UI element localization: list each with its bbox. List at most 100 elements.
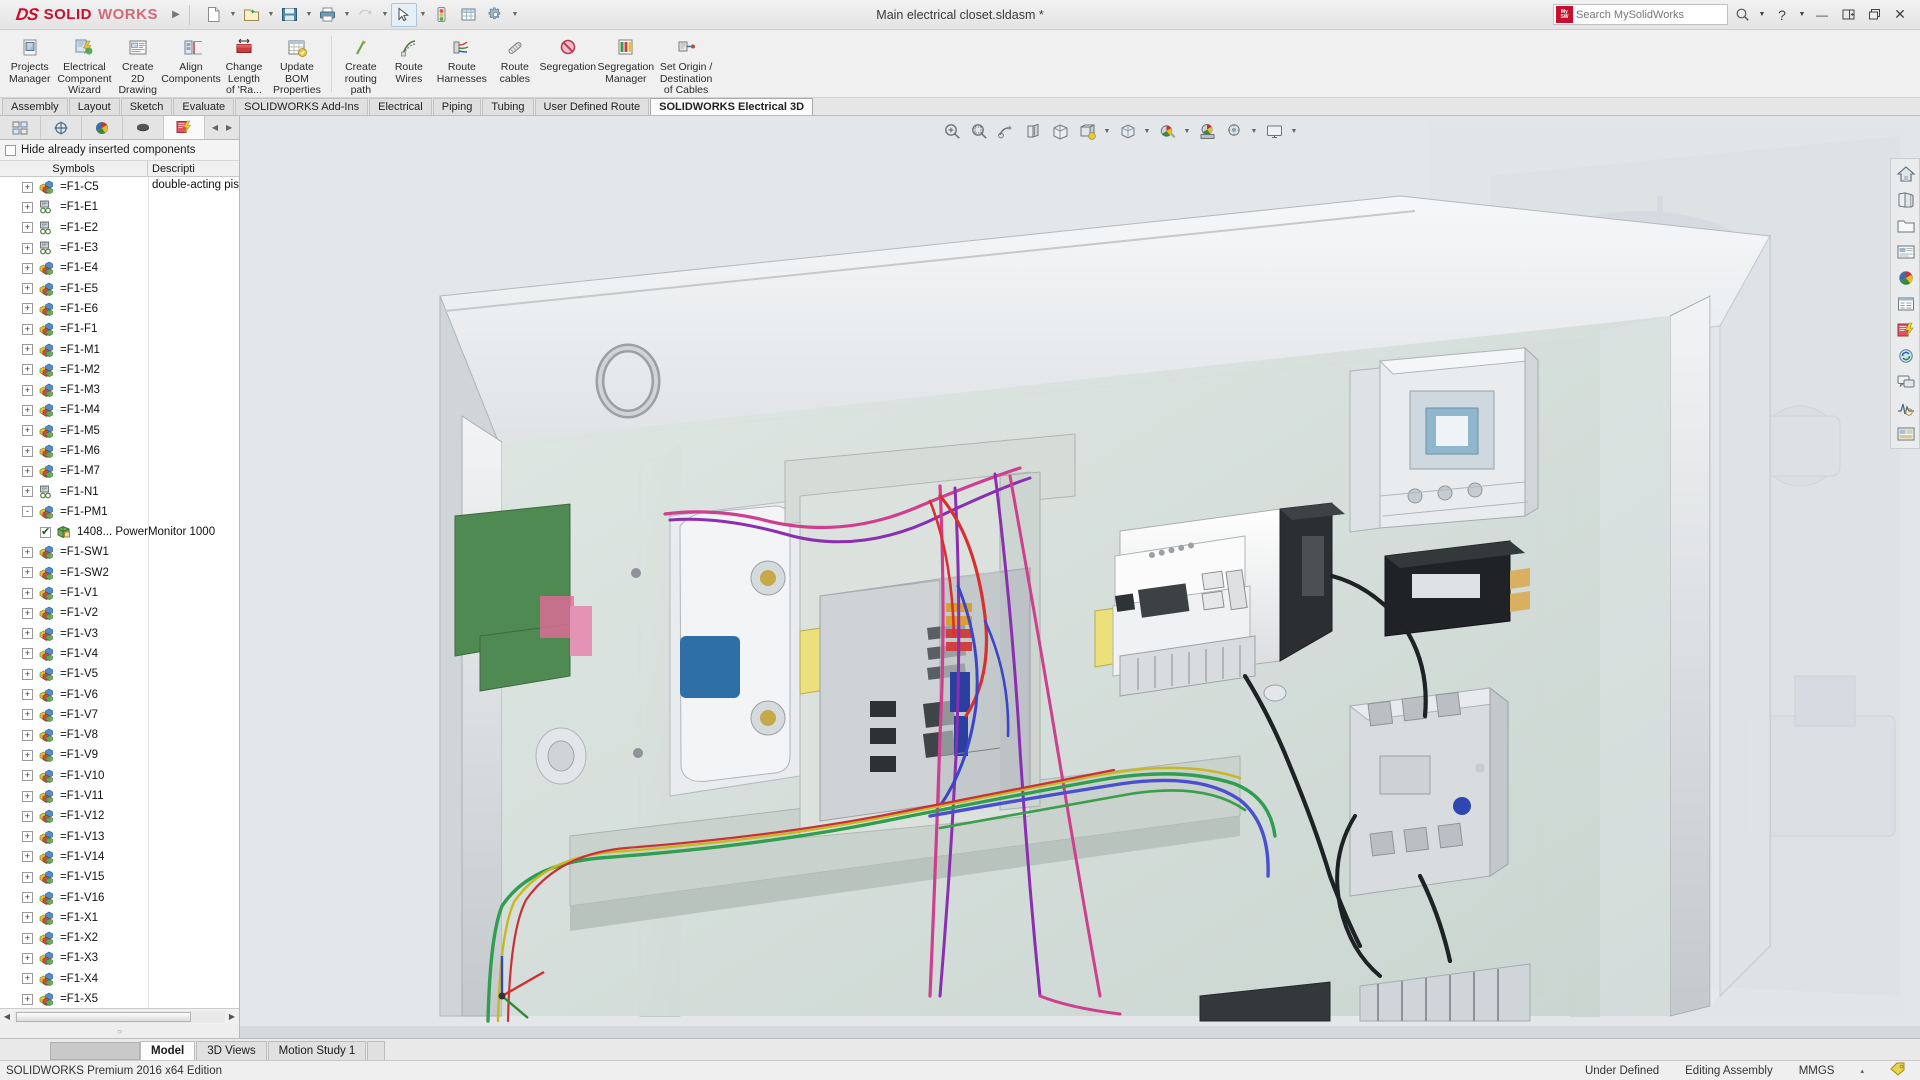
tree-expand-icon[interactable]: + xyxy=(22,567,33,579)
tree-item[interactable]: + =F1-V8 xyxy=(0,725,239,745)
tree-expand-icon[interactable]: + xyxy=(22,384,33,396)
hide-show-items-button[interactable] xyxy=(1115,120,1139,143)
display-pane-caret-icon[interactable]: ▼ xyxy=(1289,128,1299,135)
open-document-button[interactable] xyxy=(239,3,265,27)
tree-item[interactable]: + =F1-X2 xyxy=(0,928,239,948)
tree-item[interactable]: + =F1-E4 xyxy=(0,258,239,278)
menu-expand-arrow-icon[interactable]: ▶ xyxy=(168,4,184,26)
help-icon[interactable]: ? xyxy=(1770,4,1794,26)
tree-expand-icon[interactable]: + xyxy=(22,973,33,985)
search-input[interactable] xyxy=(1576,8,1694,21)
view-settings-button[interactable] xyxy=(1222,120,1246,143)
tree-item[interactable]: + =F1-X4 xyxy=(0,969,239,989)
tree-item[interactable]: - =F1-PM1 xyxy=(0,502,239,522)
status-units-caret-icon[interactable]: ▴ xyxy=(1860,1067,1864,1075)
rebuild-button[interactable] xyxy=(429,3,455,27)
undo-button[interactable] xyxy=(353,3,379,27)
tree-item[interactable]: + =F1-E6 xyxy=(0,299,239,319)
tree-expand-icon[interactable]: + xyxy=(22,689,33,701)
tree-item[interactable]: + =F1-E1 xyxy=(0,197,239,217)
undo-caret-icon[interactable]: ▼ xyxy=(380,11,390,18)
pdm-panel-button[interactable] xyxy=(1893,343,1919,368)
status-tag-icon[interactable] xyxy=(1890,1062,1906,1079)
tab-drag-handle[interactable] xyxy=(50,1042,140,1060)
tree-item[interactable]: + =F1-V16 xyxy=(0,887,239,907)
tree-expand-icon[interactable]: + xyxy=(22,404,33,416)
view-palette-button[interactable] xyxy=(1893,421,1919,446)
create-routing-path-button[interactable]: Create routing path xyxy=(337,30,385,98)
tree-item[interactable]: + =F1-M5 xyxy=(0,421,239,441)
tree-expand-icon[interactable]: + xyxy=(22,993,33,1005)
tree-item[interactable]: + =F1-E2 xyxy=(0,218,239,238)
tree-expand-icon[interactable]: + xyxy=(22,729,33,741)
tree-item[interactable]: + =F1-E3 xyxy=(0,238,239,258)
tree-item[interactable]: + =F1-V1 xyxy=(0,583,239,603)
tab-solidworks-add-ins[interactable]: SOLIDWORKS Add-Ins xyxy=(235,98,369,115)
tree-item[interactable]: + =F1-SW2 xyxy=(0,563,239,583)
tree-expand-icon[interactable]: + xyxy=(22,912,33,924)
tree-item[interactable]: + =F1-M6 xyxy=(0,441,239,461)
zoom-to-fit-button[interactable] xyxy=(940,120,964,143)
maximize-button[interactable] xyxy=(1862,4,1886,26)
tab-tubing[interactable]: Tubing xyxy=(482,98,534,115)
save-document-caret-icon[interactable]: ▼ xyxy=(304,11,314,18)
minimize-button[interactable]: — xyxy=(1810,4,1834,26)
tree-expand-icon[interactable]: + xyxy=(22,181,33,193)
tree-expand-icon[interactable]: + xyxy=(22,831,33,843)
set-origin-destination-button[interactable]: Set Origin / Destination of Cables xyxy=(655,30,718,98)
options-caret-icon[interactable]: ▼ xyxy=(510,11,520,18)
graphics-viewport[interactable]: ▼ ▼ ▼ ▼ ▼ xyxy=(240,116,1920,1038)
tree-expand-icon[interactable]: + xyxy=(22,323,33,335)
tree-expand-icon[interactable]: + xyxy=(22,932,33,944)
search-mysolidworks-box[interactable]: My SW xyxy=(1553,4,1728,25)
configuration-manager-tab[interactable] xyxy=(82,116,123,139)
update-bom-properties-button[interactable]: Update BOM Properties xyxy=(268,30,326,98)
scrollbar-thumb[interactable] xyxy=(16,1011,191,1022)
previous-view-button[interactable] xyxy=(994,120,1018,143)
print-document-button[interactable] xyxy=(315,3,341,27)
options-gear-button[interactable] xyxy=(483,3,509,27)
appearance-caret-icon[interactable]: ▼ xyxy=(1182,128,1192,135)
tree-item[interactable]: + =F1-F1 xyxy=(0,319,239,339)
tree-expand-icon[interactable]: + xyxy=(22,749,33,761)
tree-expand-icon[interactable]: + xyxy=(22,587,33,599)
tree-expand-icon[interactable]: + xyxy=(22,668,33,680)
solidworks-resources-button[interactable] xyxy=(1893,161,1919,186)
section-view-button[interactable] xyxy=(456,3,482,27)
tree-item[interactable]: + =F1-V13 xyxy=(0,827,239,847)
tree-expand-icon[interactable]: + xyxy=(22,871,33,883)
view-orientation-button[interactable] xyxy=(1048,120,1072,143)
tree-item[interactable]: + =F1-V2 xyxy=(0,603,239,623)
status-units[interactable]: MMGS xyxy=(1799,1065,1835,1077)
tree-item[interactable]: + =F1-V3 xyxy=(0,624,239,644)
tab-piping[interactable]: Piping xyxy=(432,98,482,115)
hide-show-caret-icon[interactable]: ▼ xyxy=(1142,128,1152,135)
property-manager-tab[interactable] xyxy=(41,116,82,139)
scroll-left-arrow-icon[interactable]: ◀ xyxy=(0,1012,14,1021)
tree-expand-icon[interactable]: + xyxy=(22,425,33,437)
new-document-caret-icon[interactable]: ▼ xyxy=(228,11,238,18)
tab-3d-views[interactable]: 3D Views xyxy=(196,1041,267,1060)
tree-expand-icon[interactable]: + xyxy=(22,303,33,315)
zoom-to-area-button[interactable] xyxy=(967,120,991,143)
tree-item[interactable]: + =F1-V11 xyxy=(0,786,239,806)
forum-panel-button[interactable] xyxy=(1893,369,1919,394)
electrical-manager-tab[interactable] xyxy=(164,116,205,139)
select-tool-caret-icon[interactable]: ▼ xyxy=(418,11,428,18)
tab-solidworks-electrical-3d[interactable]: SOLIDWORKS Electrical 3D xyxy=(650,98,814,115)
tree-child-item[interactable]: 1408... PowerMonitor 1000 xyxy=(0,522,239,542)
tree-item[interactable]: + =F1-M1 xyxy=(0,339,239,359)
help-caret-icon[interactable]: ▼ xyxy=(1796,4,1808,26)
align-components-button[interactable]: Align Components xyxy=(161,30,221,98)
tab-sketch[interactable]: Sketch xyxy=(120,98,173,115)
tab-add-button[interactable] xyxy=(367,1041,386,1060)
tree-item[interactable]: + =F1-V14 xyxy=(0,847,239,867)
electrical-panel-button[interactable] xyxy=(1893,317,1919,342)
search-dropdown-caret-icon[interactable]: ▼ xyxy=(1756,4,1768,26)
projects-manager-button[interactable]: Projects Manager xyxy=(4,30,55,98)
tree-expand-icon[interactable]: + xyxy=(22,770,33,782)
view-settings-caret-icon[interactable]: ▼ xyxy=(1249,128,1259,135)
tree-item[interactable]: + =F1-X5 xyxy=(0,989,239,1008)
scrollbar-track[interactable] xyxy=(14,1010,225,1023)
apply-scene-button[interactable] xyxy=(1195,120,1219,143)
